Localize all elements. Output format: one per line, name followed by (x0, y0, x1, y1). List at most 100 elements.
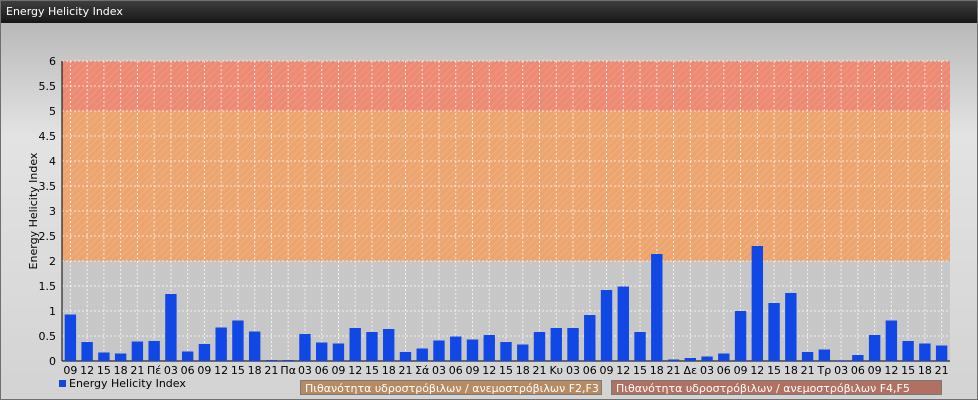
bar (148, 341, 160, 361)
y-tick-label: 5.5 (39, 80, 57, 93)
x-tick-label: 03 (298, 364, 312, 377)
bar (232, 320, 244, 361)
bar (935, 345, 948, 361)
x-tick-label: 06 (717, 364, 731, 377)
x-tick-label: 12 (214, 364, 228, 377)
x-tick-label: 09 (868, 364, 882, 377)
y-tick-label: 1.5 (39, 280, 57, 293)
y-tick-label: 4.5 (39, 130, 57, 143)
bar (902, 341, 914, 361)
x-tick-label: 12 (616, 364, 630, 377)
bar (667, 359, 680, 361)
bar (316, 342, 328, 361)
x-tick-label: 12 (750, 364, 764, 377)
x-tick-label: 09 (600, 364, 614, 377)
x-tick-label: 03 (834, 364, 848, 377)
x-tick-label: 03 (700, 364, 714, 377)
legend: Energy Helicity Index (59, 377, 186, 390)
plot-area: 0 0.5 1 1.5 2 2.5 3 3.5 4 4.5 5 5.5 6 Energy Helicity… (1, 23, 977, 399)
y-tick-label: 0 (49, 355, 56, 368)
bar (114, 353, 127, 361)
y-tick-label: 4 (49, 155, 56, 168)
y-tick-label: 0.5 (39, 330, 57, 343)
bar (332, 343, 345, 361)
x-tick-label: 09 (734, 364, 748, 377)
x-tick-label: 21 (935, 364, 949, 377)
bar (701, 356, 713, 361)
bar (550, 328, 562, 361)
y-tick-label: 6 (49, 55, 56, 68)
y-tick-label: 2 (49, 255, 56, 268)
x-tick-label: 09 (465, 364, 479, 377)
chart-window: Energy Helicity Index 0 0.5 1 1.5 2 2.5 3 3.5 4 4… (0, 0, 978, 400)
bar (366, 332, 378, 361)
bar (399, 352, 412, 361)
bar (282, 360, 294, 361)
x-tick-label: 15 (499, 364, 513, 377)
x-tick-label: 18 (114, 364, 128, 377)
x-tick-label: 18 (248, 364, 262, 377)
x-tick-label: 15 (633, 364, 647, 377)
y-tick-label: 1 (49, 305, 56, 318)
x-tick-label: 15 (97, 364, 111, 377)
bar (835, 360, 847, 361)
bar (684, 358, 696, 361)
x-tick-label: 12 (482, 364, 496, 377)
bar (500, 342, 512, 361)
bar (768, 303, 780, 361)
x-tick-label: 09 (63, 364, 77, 377)
bar (215, 327, 227, 361)
x-tick-label: 09 (197, 364, 211, 377)
legend-swatch (59, 380, 66, 387)
bar (450, 336, 462, 361)
x-tick-label: Πα (280, 364, 296, 377)
bar (483, 335, 495, 361)
x-tick-label: 18 (918, 364, 932, 377)
bar (433, 340, 445, 361)
x-tick-label: 09 (331, 364, 345, 377)
y-axis-title: Energy Helicity Index (27, 152, 40, 269)
x-tick-label: 15 (365, 364, 379, 377)
band-label-f2f3: Πιθανότητα υδροστρόβιλων / ανεμοστρόβιλω… (300, 380, 602, 395)
bar (383, 329, 395, 361)
x-tick-label: 21 (130, 364, 144, 377)
x-tick-label: 06 (181, 364, 195, 377)
window-title: Energy Helicity Index (6, 5, 123, 18)
bar (299, 334, 311, 361)
x-tick-label: 15 (767, 364, 781, 377)
bar (181, 351, 194, 361)
bar (617, 286, 629, 361)
y-tick-label: 3.5 (39, 180, 57, 193)
x-tick-label: 06 (449, 364, 463, 377)
bar (533, 332, 546, 361)
bar (634, 332, 646, 361)
bar (718, 353, 730, 361)
bar (466, 339, 479, 361)
x-tick-label: 21 (533, 364, 547, 377)
y-tick-label: 2.5 (39, 230, 57, 243)
x-tick-label: Δε (684, 364, 698, 377)
x-tick-label: 21 (398, 364, 412, 377)
x-tick-label: 12 (80, 364, 94, 377)
x-tick-label: 18 (516, 364, 530, 377)
bar (198, 344, 211, 361)
bar (131, 341, 144, 361)
x-tick-label: 03 (432, 364, 446, 377)
bar (64, 314, 77, 361)
bar (734, 311, 747, 361)
bar (651, 254, 663, 361)
x-tick-label: 18 (784, 364, 798, 377)
x-tick-label: Τρ (816, 364, 831, 377)
x-tick-label: 15 (901, 364, 915, 377)
bar (98, 352, 110, 361)
x-tick-label: Κυ (549, 364, 563, 377)
bar (885, 320, 898, 361)
x-tick-label: Σά (415, 364, 429, 377)
bar (919, 343, 931, 361)
bar (248, 331, 261, 361)
x-tick-label: 03 (164, 364, 178, 377)
bar (584, 315, 596, 361)
bar (818, 349, 831, 361)
bar (567, 328, 579, 361)
title-bar: Energy Helicity Index (1, 1, 977, 23)
